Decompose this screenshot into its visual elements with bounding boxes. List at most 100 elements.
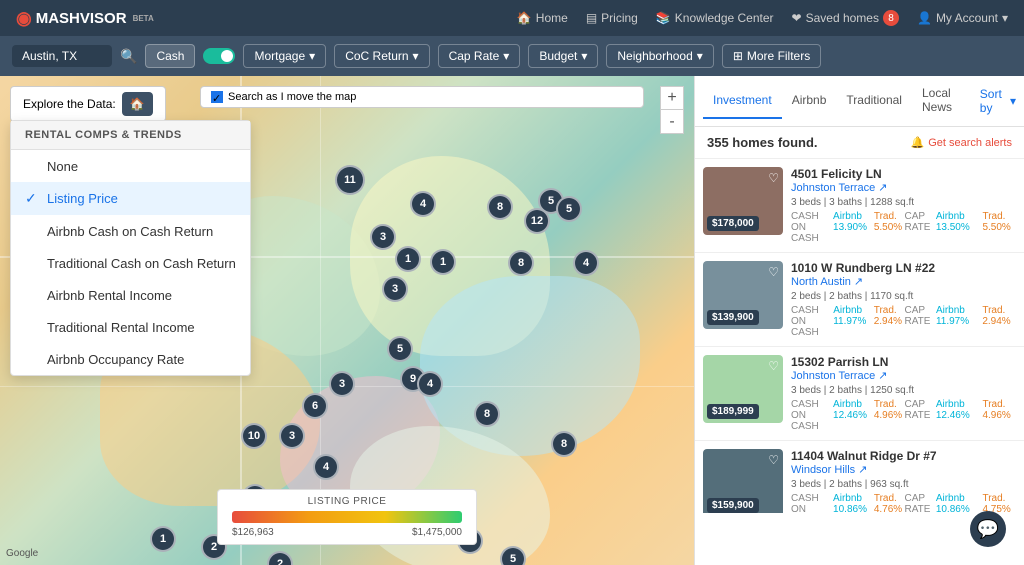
dropdown-item-listing-price[interactable]: ✓ Listing Price	[11, 182, 250, 215]
sort-button[interactable]: Sort by ▾	[980, 87, 1016, 115]
explore-label: Explore the Data:	[23, 97, 116, 111]
map-marker[interactable]: 1	[395, 246, 421, 272]
favorite-icon[interactable]: ♡	[768, 171, 779, 185]
favorite-icon[interactable]: ♡	[768, 359, 779, 373]
listing-image: $178,000 ♡	[703, 167, 783, 235]
external-link-icon: ↗	[878, 181, 887, 194]
map-marker[interactable]: 3	[329, 371, 355, 397]
right-panel: Investment Airbnb Traditional Local News…	[694, 76, 1024, 565]
filter-bar: 🔍 Cash Mortgage ▾ CoC Return ▾ Cap Rate …	[0, 36, 1024, 76]
tab-airbnb[interactable]: Airbnb	[782, 83, 837, 119]
filter-budget[interactable]: Budget ▾	[528, 44, 598, 68]
map-marker[interactable]: 5	[387, 336, 413, 362]
listing-address: 11404 Walnut Ridge Dr #7	[791, 449, 1016, 463]
coc-row: CASH ON CASH Airbnb 13.90% Trad. 5.50%	[791, 211, 903, 244]
filter-coc-return[interactable]: CoC Return ▾	[334, 44, 429, 68]
map-marker[interactable]: 8	[508, 250, 534, 276]
map-marker[interactable]: 1	[430, 249, 456, 275]
nav-home[interactable]: 🏠 Home	[517, 11, 568, 25]
logo-text: MASHVISOR	[36, 10, 127, 27]
map-marker[interactable]: 10	[241, 423, 267, 449]
map-marker[interactable]: 3	[382, 276, 408, 302]
map-marker[interactable]: 11	[335, 165, 365, 195]
filter-more[interactable]: ⊞ More Filters	[722, 44, 821, 68]
legend-bar: LISTING PRICE $126,963 $1,475,000	[217, 489, 477, 545]
get-alerts-button[interactable]: 🔔 Get search alerts	[911, 136, 1012, 149]
map-marker[interactable]: 12	[524, 208, 550, 234]
chat-bubble[interactable]: 💬	[970, 511, 1006, 547]
map-marker[interactable]: 3	[370, 224, 396, 250]
map-marker[interactable]: 5	[500, 546, 526, 565]
map-marker[interactable]: 6	[302, 393, 328, 419]
filter-mortgage[interactable]: Mortgage ▾	[243, 44, 326, 68]
tab-investment[interactable]: Investment	[703, 83, 782, 119]
listing-card[interactable]: $189,999 ♡ 15302 Parrish LN Johnston Ter…	[695, 347, 1024, 441]
listing-neighborhood[interactable]: Windsor Hills ↗	[791, 463, 1016, 476]
map-marker[interactable]: 5	[556, 196, 582, 222]
dropdown-item-none[interactable]: None	[11, 150, 250, 182]
filter-cap-rate[interactable]: Cap Rate ▾	[438, 44, 521, 68]
listing-info: 4501 Felicity LN Johnston Terrace ↗ 3 be…	[791, 167, 1016, 244]
tab-local-news[interactable]: Local News	[912, 76, 980, 126]
home-map-icon[interactable]: 🏠	[122, 92, 153, 116]
map-marker[interactable]: 3	[279, 423, 305, 449]
rental-comps-dropdown: RENTAL COMPS & TRENDS None ✓ Listing Pri…	[10, 120, 251, 376]
location-input[interactable]	[12, 45, 112, 67]
search-icon[interactable]: 🔍	[120, 48, 137, 65]
search-as-move-control[interactable]: ✓ Search as I move the map	[200, 86, 644, 108]
pricing-icon: ▤	[586, 11, 597, 25]
price-badge: $139,900	[707, 310, 759, 325]
listing-metrics: CASH ON CASH Airbnb 10.86% Trad. 4.76% C…	[791, 493, 1016, 513]
listing-image: $159,900 ♡	[703, 449, 783, 513]
map-marker[interactable]: 4	[410, 191, 436, 217]
listing-neighborhood[interactable]: Johnston Terrace ↗	[791, 369, 1016, 382]
favorite-icon[interactable]: ♡	[768, 265, 779, 279]
legend-min: $126,963	[232, 527, 274, 538]
tab-traditional[interactable]: Traditional	[836, 83, 912, 119]
map-marker[interactable]: 4	[417, 371, 443, 397]
listing-card[interactable]: $139,900 ♡ 1010 W Rundberg LN #22 North …	[695, 253, 1024, 347]
listing-image: $139,900 ♡	[703, 261, 783, 329]
map-marker[interactable]: 1	[150, 526, 176, 552]
map-marker[interactable]: 8	[487, 194, 513, 220]
external-link-icon: ↗	[878, 369, 887, 382]
map-marker[interactable]: 8	[551, 431, 577, 457]
dropdown-item-trad-rental[interactable]: Traditional Rental Income	[11, 311, 250, 343]
filter-cash[interactable]: Cash	[145, 44, 195, 68]
listing-neighborhood[interactable]: Johnston Terrace ↗	[791, 181, 1016, 194]
external-link-icon: ↗	[854, 275, 863, 288]
dropdown-item-airbnb-coc[interactable]: Airbnb Cash on Cash Return	[11, 215, 250, 247]
legend-max: $1,475,000	[412, 527, 462, 538]
search-as-move-label: Search as I move the map	[228, 91, 356, 103]
filter-icon: ⊞	[733, 49, 743, 63]
map-marker[interactable]: 8	[474, 401, 500, 427]
dropdown-item-airbnb-rental[interactable]: Airbnb Rental Income	[11, 279, 250, 311]
listing-info: 15302 Parrish LN Johnston Terrace ↗ 3 be…	[791, 355, 1016, 432]
favorite-icon[interactable]: ♡	[768, 453, 779, 467]
mortgage-toggle[interactable]	[203, 48, 235, 64]
dropdown-item-airbnb-occupancy[interactable]: Airbnb Occupancy Rate	[11, 343, 250, 375]
listings-container: $178,000 ♡ 4501 Felicity LN Johnston Ter…	[695, 159, 1024, 513]
listing-neighborhood[interactable]: North Austin ↗	[791, 275, 1016, 288]
price-badge: $189,999	[707, 404, 759, 419]
legend-title: LISTING PRICE	[232, 496, 462, 507]
nav-knowledge-center[interactable]: 📚 Knowledge Center	[656, 11, 774, 25]
nav-saved-homes[interactable]: ❤ Saved homes 8	[792, 10, 899, 26]
listing-card[interactable]: $159,900 ♡ 11404 Walnut Ridge Dr #7 Wind…	[695, 441, 1024, 513]
tabs-row: Investment Airbnb Traditional Local News…	[695, 76, 1024, 127]
map-marker[interactable]: 4	[313, 454, 339, 480]
google-label: Google	[6, 548, 38, 559]
zoom-out-button[interactable]: -	[660, 110, 684, 134]
listing-card[interactable]: $178,000 ♡ 4501 Felicity LN Johnston Ter…	[695, 159, 1024, 253]
dropdown-item-trad-coc[interactable]: Traditional Cash on Cash Return	[11, 247, 250, 279]
external-link-icon: ↗	[858, 463, 867, 476]
explore-data-button[interactable]: Explore the Data: 🏠	[10, 86, 166, 122]
knowledge-icon: 📚	[656, 11, 671, 25]
search-move-checkbox[interactable]: ✓	[211, 91, 223, 103]
zoom-controls: + -	[660, 86, 684, 134]
map-marker[interactable]: 4	[573, 250, 599, 276]
zoom-in-button[interactable]: +	[660, 86, 684, 110]
nav-my-account[interactable]: 👤 My Account ▾	[917, 11, 1008, 25]
nav-pricing[interactable]: ▤ Pricing	[586, 11, 638, 25]
filter-neighborhood[interactable]: Neighborhood ▾	[606, 44, 713, 68]
